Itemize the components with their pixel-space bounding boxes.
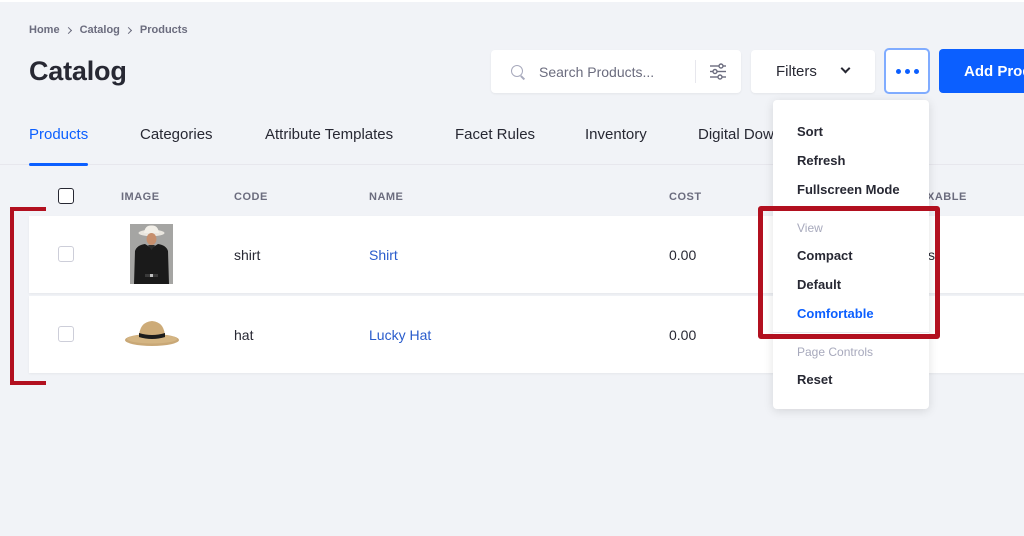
filters-label: Filters [776, 63, 817, 80]
chevron-right-icon [124, 26, 132, 34]
search-icon [511, 64, 525, 79]
menu-item-reset[interactable]: Reset [797, 372, 832, 387]
cell-cost: 0.00 [669, 327, 697, 343]
column-header-code[interactable]: CODE [234, 191, 268, 203]
annotation-bracket [10, 207, 46, 385]
cell-code: hat [234, 327, 254, 343]
menu-item-refresh[interactable]: Refresh [797, 153, 845, 168]
more-actions-button[interactable] [884, 48, 930, 94]
search-input[interactable] [539, 63, 679, 80]
cell-name-link[interactable]: Lucky Hat [369, 327, 431, 343]
ellipsis-icon [904, 68, 910, 74]
ellipsis-icon [895, 68, 901, 74]
row-checkbox[interactable] [58, 246, 74, 262]
tab-attribute-templates[interactable]: Attribute Templates [265, 113, 393, 165]
column-header-image: IMAGE [121, 191, 160, 203]
tab-products[interactable]: Products [29, 113, 89, 166]
column-header-xable[interactable]: XABLE [927, 191, 967, 203]
chevron-down-icon [840, 63, 851, 74]
annotation-highlight-box [758, 206, 940, 339]
page-title: Catalog [29, 56, 127, 86]
search-divider [695, 60, 696, 83]
select-all-checkbox[interactable] [58, 188, 74, 204]
add-product-label: Add Product [964, 62, 1024, 80]
menu-item-sort[interactable]: Sort [797, 124, 823, 139]
top-edge [0, 0, 1024, 2]
column-header-name[interactable]: NAME [369, 191, 403, 203]
breadcrumb-catalog[interactable]: Catalog [80, 24, 120, 36]
cell-name-link[interactable]: Shirt [369, 247, 398, 263]
tab-facet-rules[interactable]: Facet Rules [455, 113, 535, 165]
menu-item-fullscreen-mode[interactable]: Fullscreen Mode [797, 182, 900, 197]
tab-categories[interactable]: Categories [140, 113, 213, 165]
breadcrumb-products: Products [139, 24, 188, 36]
product-image-shirt[interactable] [130, 224, 173, 284]
filters-button[interactable]: Filters [751, 50, 875, 93]
cell-cost: 0.00 [669, 247, 697, 263]
search-box [491, 50, 741, 93]
menu-header-page-controls: Page Controls [797, 345, 874, 359]
chevron-right-icon [64, 26, 72, 34]
tab-inventory[interactable]: Inventory [585, 113, 647, 165]
ellipsis-icon [913, 68, 919, 74]
column-header-cost[interactable]: COST [669, 191, 702, 203]
breadcrumb: Home Catalog Products [29, 24, 188, 36]
product-image-hat[interactable] [124, 314, 180, 350]
row-checkbox[interactable] [58, 326, 74, 342]
add-product-button[interactable]: Add Product [939, 49, 1024, 93]
breadcrumb-home[interactable]: Home [29, 24, 60, 36]
sliders-icon[interactable] [709, 63, 727, 80]
cell-code: shirt [234, 247, 261, 263]
